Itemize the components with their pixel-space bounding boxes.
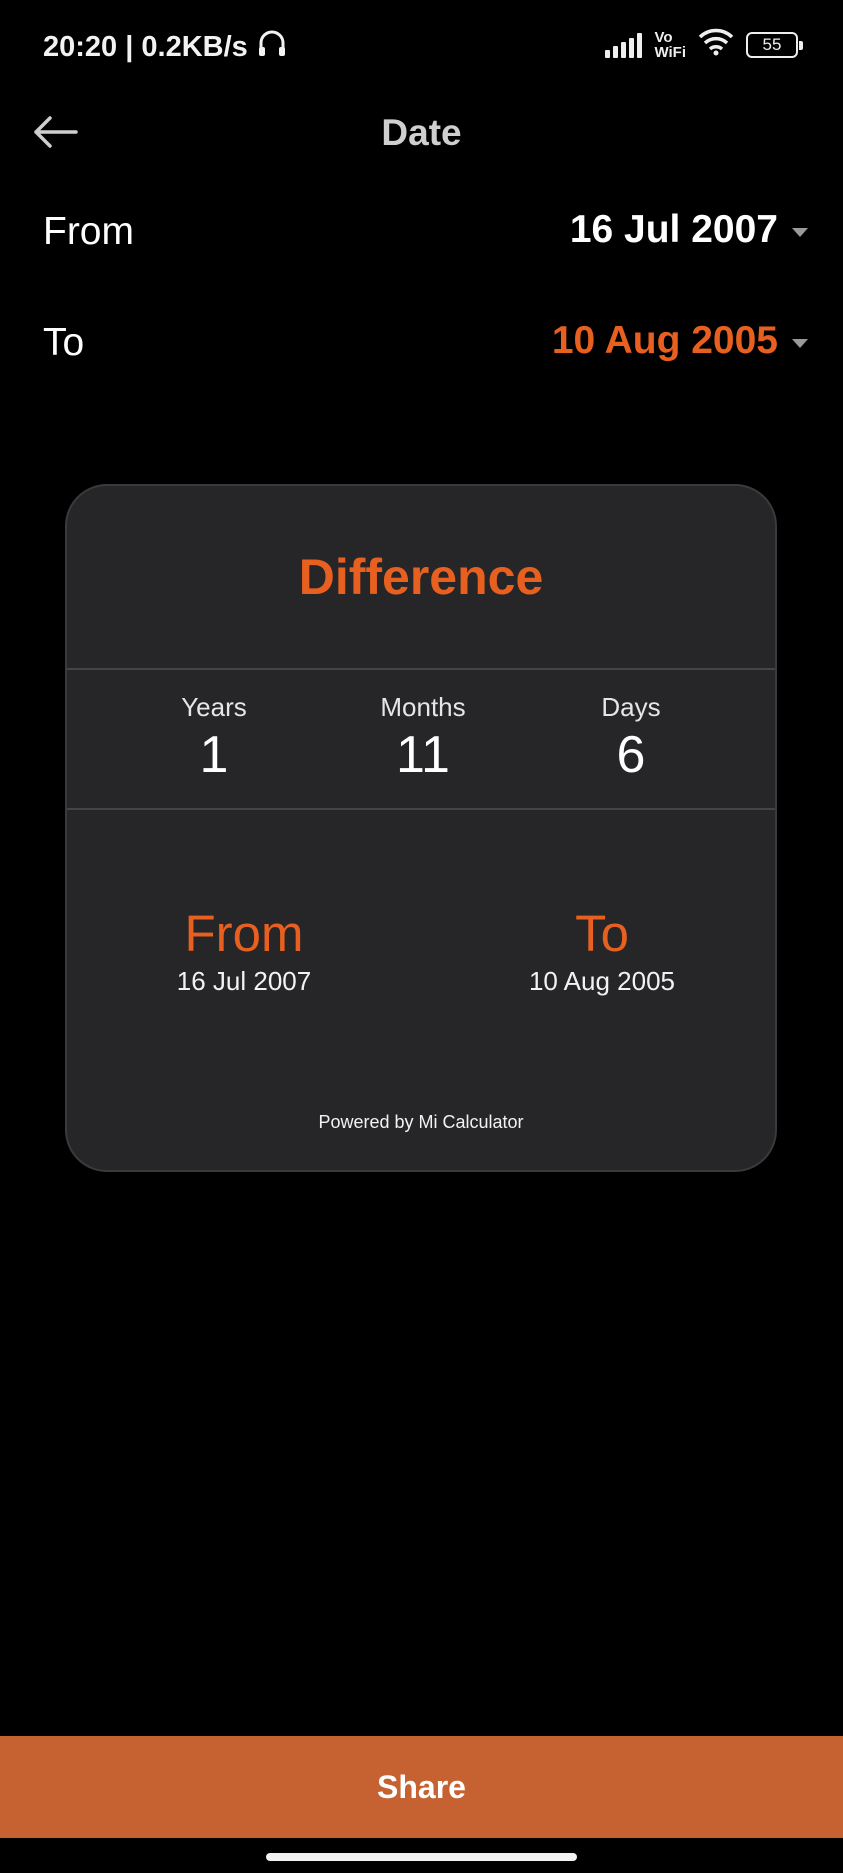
- days-label: Days: [601, 692, 661, 722]
- wifi-icon: [698, 28, 734, 61]
- vowifi-bottom: WiFi: [654, 43, 686, 61]
- status-left: 20:20 | 0.2KB/s: [43, 28, 288, 66]
- from-date-picker[interactable]: 16 Jul 2007: [570, 208, 808, 252]
- page-title: Date: [381, 112, 462, 153]
- status-bar: 20:20 | 0.2KB/s Vo WiFi 55: [0, 0, 843, 95]
- dropdown-caret-icon: [792, 227, 808, 237]
- difference-title: Difference: [298, 549, 544, 605]
- dropdown-caret-icon: [792, 338, 808, 348]
- to-endpoint-date: 10 Aug 2005: [528, 966, 676, 996]
- to-row: To 10 Aug 2005: [0, 301, 843, 391]
- to-endpoint: To 10 Aug 2005: [472, 906, 732, 997]
- from-endpoint: From 16 Jul 2007: [114, 906, 374, 997]
- years-value: 1: [199, 726, 229, 784]
- days-stat: Days 6: [531, 692, 731, 785]
- months-label: Months: [380, 692, 466, 722]
- months-value: 11: [396, 726, 450, 784]
- signal-icon: [605, 32, 643, 58]
- headset-icon: [256, 28, 288, 66]
- from-endpoint-date: 16 Jul 2007: [176, 966, 312, 996]
- top-bar: Date: [0, 100, 843, 170]
- battery-icon: 55: [746, 31, 803, 58]
- from-label: From: [43, 210, 134, 253]
- difference-card: Difference Years 1 Months 11 Days 6 From…: [65, 484, 777, 1172]
- to-date-picker[interactable]: 10 Aug 2005: [552, 319, 808, 363]
- from-date-value: 16 Jul 2007: [569, 208, 778, 251]
- to-endpoint-label: To: [575, 905, 629, 962]
- home-indicator[interactable]: [266, 1853, 577, 1861]
- vowifi-icon: Vo WiFi: [654, 30, 686, 60]
- divider: [67, 668, 775, 670]
- to-label: To: [43, 321, 85, 364]
- from-endpoint-label: From: [184, 905, 304, 962]
- to-date-value: 10 Aug 2005: [551, 319, 778, 362]
- days-value: 6: [616, 726, 646, 784]
- divider: [67, 808, 775, 810]
- status-time-speed: 20:20 | 0.2KB/s: [43, 30, 248, 63]
- status-right: Vo WiFi 55: [605, 28, 803, 61]
- share-button[interactable]: Share: [0, 1736, 843, 1838]
- months-stat: Months 11: [323, 692, 523, 785]
- vowifi-top: Vo: [654, 28, 673, 46]
- years-stat: Years 1: [114, 692, 314, 785]
- years-label: Years: [181, 692, 247, 722]
- from-row: From 16 Jul 2007: [0, 190, 843, 280]
- powered-by-text: Powered by Mi Calculator: [318, 1112, 524, 1132]
